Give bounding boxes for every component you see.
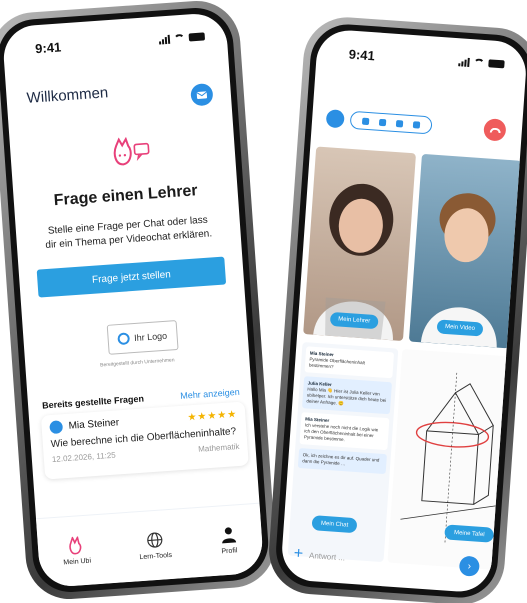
chat-message: Mia Steiner Ich verstehe noch nicht die …	[299, 412, 390, 451]
question-author: Mia Steiner	[68, 417, 120, 432]
hang-up-button[interactable]	[483, 118, 507, 142]
logo-caption: Bereitgestellt durch Unternehmen	[100, 357, 175, 369]
bottom-navigation: Mein Ubi Lern-Tools Profil	[35, 502, 265, 589]
teacher-portrait-image	[313, 183, 394, 341]
video-camera-icon[interactable]	[378, 118, 387, 126]
signal-icon	[458, 57, 470, 67]
phone-hangup-icon	[489, 127, 501, 133]
hero-description: Stelle eine Frage per Chat oder lass dir…	[45, 214, 213, 251]
microphone-icon[interactable]	[361, 117, 370, 125]
wifi-icon	[473, 58, 485, 68]
status-time: 9:41	[348, 46, 376, 63]
speaker-icon[interactable]	[395, 119, 404, 127]
avatar	[49, 420, 64, 435]
page-title: Willkommen	[26, 84, 109, 107]
add-attachment-icon[interactable]: +	[293, 545, 304, 564]
rating-stars-icon: ★★★★★	[187, 409, 238, 424]
status-bar: 9:41	[316, 42, 527, 75]
screen-share-icon[interactable]	[412, 120, 421, 129]
nav-profil[interactable]: Profil	[219, 525, 239, 555]
show-more-link[interactable]: Mehr anzeigen	[180, 387, 240, 401]
send-button[interactable]: ›	[458, 555, 481, 577]
chat-panel: Mia Steiner Pyramide Oberflächeninhalt b…	[287, 342, 399, 563]
chat-message: Julia Keller Hallo Mia 👋 Hier ist Julia …	[301, 376, 392, 415]
status-bar: 9:41	[3, 26, 228, 60]
partner-logo-placeholder: Ihr Logo	[106, 320, 179, 355]
messages-button[interactable]	[190, 82, 214, 107]
signal-icon	[159, 34, 171, 45]
nav-mein-ubi[interactable]: Mein Ubi	[62, 535, 91, 566]
chat-message: Mia Steiner Pyramide Oberflächeninhalt b…	[304, 346, 395, 379]
camera-switch-button[interactable]	[325, 109, 345, 129]
hero-title: Frage einen Lehrer	[53, 182, 199, 210]
question-date: 12.02.2026, 11:25	[51, 450, 117, 465]
student-video: Mein Video	[408, 153, 522, 349]
whiteboard[interactable]: Meine Tafel	[387, 348, 515, 571]
logo-ring-icon	[117, 332, 131, 346]
home-screen: 9:41 Willkommen Frage einen Lehrer Stell…	[1, 11, 265, 589]
questions-heading: Bereits gestellte Fragen	[41, 393, 145, 411]
question-card[interactable]: Mia Steiner ★★★★★ Wie berechne ich die O…	[40, 401, 249, 480]
rabbit-logo-icon	[69, 535, 82, 555]
teacher-video: Mein Lehrer	[303, 146, 417, 341]
rabbit-chat-logo-icon	[113, 136, 150, 166]
phone-left: 9:41 Willkommen Frage einen Lehrer Stell…	[0, 0, 279, 603]
answer-input[interactable]: Antwort ...	[309, 550, 346, 561]
wifi-icon	[173, 33, 186, 43]
battery-icon	[488, 59, 505, 69]
mockup-stage: 9:41 Willkommen Frage einen Lehrer Stell…	[0, 0, 527, 603]
battery-icon	[188, 32, 206, 42]
mail-icon	[196, 91, 208, 99]
nav-lern-tools[interactable]: Lern-Tools	[138, 530, 172, 561]
chat-message: Ok, ich zeichne es dir auf. Quader und d…	[297, 448, 387, 475]
media-toggle-group	[349, 110, 433, 135]
phone-right: 9:41 Mein Lehrer Mein Video Mia Steiner …	[266, 14, 527, 603]
ask-question-button[interactable]: Frage jetzt stellen	[36, 256, 227, 298]
question-subject: Mathematik	[197, 441, 240, 454]
globe-icon	[147, 532, 163, 548]
student-portrait-image	[420, 193, 497, 348]
video-call-screen: 9:41 Mein Lehrer Mein Video Mia Steiner …	[280, 28, 527, 594]
my-chat-button[interactable]: Mein Chat	[311, 515, 358, 534]
status-time: 9:41	[34, 38, 62, 56]
person-icon	[221, 527, 236, 544]
call-controls	[325, 109, 433, 135]
